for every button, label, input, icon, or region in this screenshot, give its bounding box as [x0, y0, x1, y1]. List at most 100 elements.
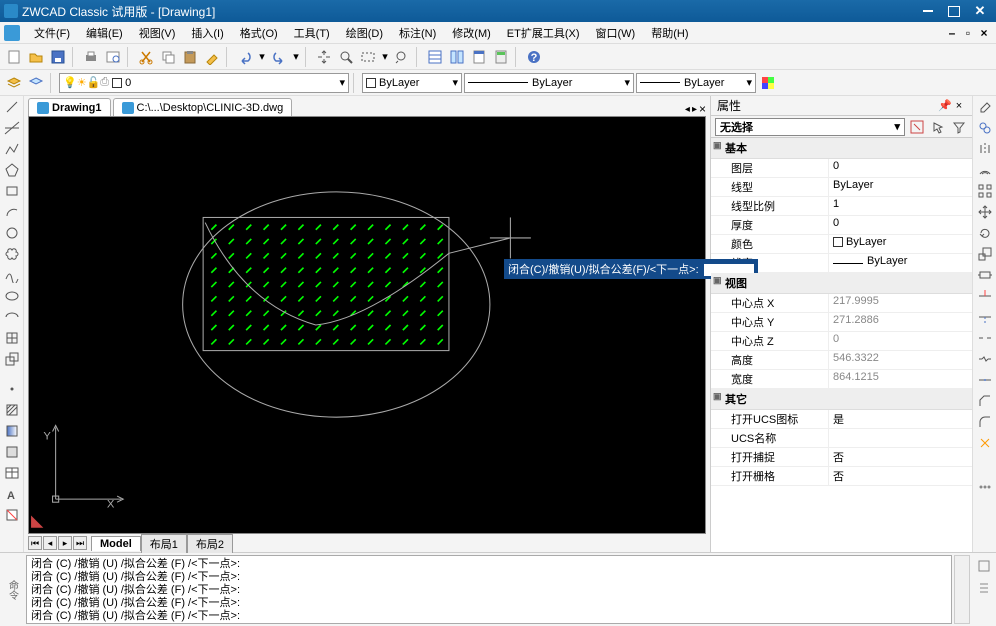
chamfer-tool[interactable] [976, 392, 994, 410]
layout-tab-2[interactable]: 布局2 [187, 534, 233, 553]
erase-tool[interactable] [976, 98, 994, 116]
copy-tool[interactable] [976, 119, 994, 137]
undo-button[interactable] [235, 47, 255, 67]
layout-tab-1[interactable]: 布局1 [141, 534, 187, 553]
property-value[interactable]: 217.9995 [829, 294, 972, 312]
property-value[interactable]: ByLayer [829, 235, 972, 253]
menu-tools[interactable]: 工具(T) [286, 22, 338, 44]
polyline-tool[interactable] [3, 140, 21, 158]
quick-select-button[interactable] [908, 118, 926, 136]
paste-button[interactable] [180, 47, 200, 67]
drawing-canvas[interactable]: X Y 闭合(C)/撤销(U)/拟合公差(F)/<下一点>: [28, 116, 706, 534]
make-block-tool[interactable] [3, 350, 21, 368]
move-tool[interactable] [976, 203, 994, 221]
extend-tool[interactable] [976, 308, 994, 326]
prop-group-other[interactable]: 其它 [711, 389, 972, 410]
property-value[interactable]: 0 [829, 216, 972, 234]
doctab-clinic3d[interactable]: C:\...\Desktop\CLINIC-3D.dwg [113, 98, 293, 116]
property-row[interactable]: 中心点 Z0 [711, 332, 972, 351]
layout-first-button[interactable]: ⏮ [28, 536, 42, 550]
mdi-minimize-button[interactable]: – [944, 26, 960, 40]
layout-next-button[interactable]: ▸ [58, 536, 72, 550]
property-row[interactable]: 打开UCS图标是 [711, 410, 972, 429]
prop-group-view[interactable]: 视图 [711, 273, 972, 294]
property-value[interactable]: 864.1215 [829, 370, 972, 388]
selection-combo[interactable]: 无选择 ▾ [715, 118, 905, 136]
arc-tool[interactable] [3, 203, 21, 221]
doctab-drawing1[interactable]: Drawing1 [28, 98, 111, 116]
property-row[interactable]: 线型ByLayer [711, 178, 972, 197]
command-log[interactable]: 闭合 (C) /撤销 (U) /拟合公差 (F) /<下一点>: 闭合 (C) … [26, 555, 952, 624]
property-value[interactable]: 否 [829, 467, 972, 485]
menu-modify[interactable]: 修改(M) [444, 22, 499, 44]
menu-insert[interactable]: 插入(I) [183, 22, 231, 44]
rotate-tool[interactable] [976, 224, 994, 242]
table-tool[interactable] [3, 464, 21, 482]
scale-tool[interactable] [976, 245, 994, 263]
zoom-dropdown[interactable]: ▾ [380, 47, 390, 67]
property-row[interactable]: 图层0 [711, 159, 972, 178]
construction-line-tool[interactable] [3, 119, 21, 137]
zoom-previous-button[interactable] [392, 47, 412, 67]
match-properties-button[interactable] [202, 47, 222, 67]
line-tool[interactable] [3, 98, 21, 116]
filter-button[interactable] [950, 118, 968, 136]
cmd-options-button[interactable] [975, 579, 993, 597]
open-button[interactable] [26, 47, 46, 67]
fillet-tool[interactable] [976, 413, 994, 431]
rectangle-tool[interactable] [3, 182, 21, 200]
property-row[interactable]: UCS名称 [711, 429, 972, 448]
panel-close-button[interactable]: × [952, 100, 966, 112]
property-value[interactable]: 546.3322 [829, 351, 972, 369]
property-value[interactable]: 是 [829, 410, 972, 428]
layout-prev-button[interactable]: ◂ [43, 536, 57, 550]
zoom-realtime-button[interactable] [336, 47, 356, 67]
property-value[interactable]: 0 [829, 159, 972, 177]
layer-combo[interactable]: 💡 ☀ 🔓 ⎙ 0 ▾ [59, 73, 349, 93]
redo-dropdown[interactable]: ▾ [291, 47, 301, 67]
hatch-tool[interactable] [3, 401, 21, 419]
ellipse-arc-tool[interactable] [3, 308, 21, 326]
mtext-tool[interactable]: A [3, 485, 21, 503]
select-objects-button[interactable] [929, 118, 947, 136]
calculator-button[interactable] [491, 47, 511, 67]
tab-next-button[interactable]: ▸ [692, 104, 697, 115]
menu-help[interactable]: 帮助(H) [643, 22, 696, 44]
property-row[interactable]: 线型比例1 [711, 197, 972, 216]
property-value[interactable]: 1 [829, 197, 972, 215]
tab-close-button[interactable]: × [699, 102, 706, 116]
explode-tool[interactable] [976, 434, 994, 452]
help-button[interactable]: ? [524, 47, 544, 67]
prop-group-basic[interactable]: 基本 [711, 138, 972, 159]
spline-tool[interactable] [3, 266, 21, 284]
layer-previous-button[interactable] [26, 73, 46, 93]
undo-dropdown[interactable]: ▾ [257, 47, 267, 67]
menu-dimension[interactable]: 标注(N) [391, 22, 444, 44]
insert-block-tool[interactable] [3, 329, 21, 347]
menu-window[interactable]: 窗口(W) [588, 22, 644, 44]
stretch-tool[interactable] [976, 266, 994, 284]
property-row[interactable]: 打开栅格否 [711, 467, 972, 486]
linetype-combo[interactable]: ByLayer ▾ [464, 73, 634, 93]
tab-prev-button[interactable]: ◂ [685, 104, 690, 115]
property-row[interactable]: 宽度864.1215 [711, 370, 972, 389]
menu-format[interactable]: 格式(O) [232, 22, 286, 44]
offset-tool[interactable] [976, 161, 994, 179]
revision-cloud-tool[interactable] [3, 245, 21, 263]
property-row[interactable]: 厚度0 [711, 216, 972, 235]
print-button[interactable] [81, 47, 101, 67]
tool-palettes-button[interactable] [469, 47, 489, 67]
break-at-point-tool[interactable] [976, 329, 994, 347]
property-row[interactable]: 颜色ByLayer [711, 235, 972, 254]
point-tool[interactable] [3, 380, 21, 398]
menu-et[interactable]: ET扩展工具(X) [499, 22, 588, 44]
menu-view[interactable]: 视图(V) [131, 22, 184, 44]
mirror-tool[interactable] [976, 140, 994, 158]
menu-file[interactable]: 文件(F) [26, 22, 78, 44]
layout-tab-model[interactable]: Model [91, 536, 141, 551]
region-tool[interactable] [3, 443, 21, 461]
cmd-clear-button[interactable] [975, 557, 993, 575]
property-row[interactable]: 打开捕捉否 [711, 448, 972, 467]
zoom-window-button[interactable] [358, 47, 378, 67]
color-combo[interactable]: ByLayer ▾ [362, 73, 462, 93]
